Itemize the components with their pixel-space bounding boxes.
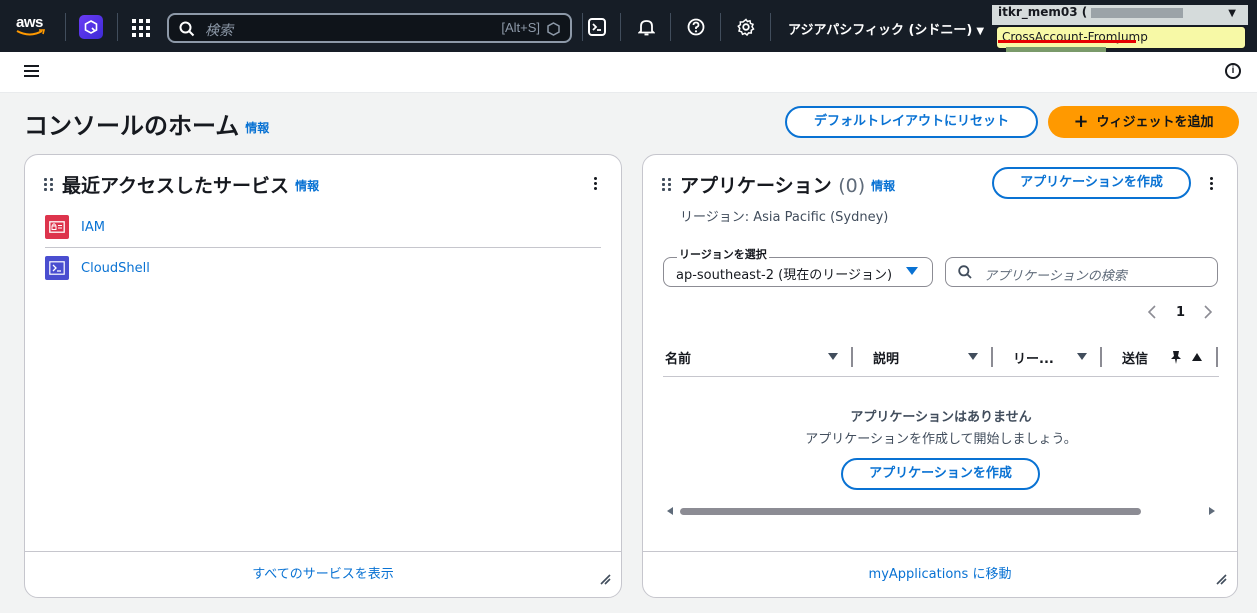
chevron-right-icon[interactable] — [1204, 305, 1212, 319]
aws-smile-icon — [16, 29, 46, 36]
recent-services-title: 最近アクセスしたサービス 情報 — [62, 171, 319, 198]
recent-services-widget: 最近アクセスしたサービス 情報 IAM CloudShell すべてのサービスを表… — [24, 154, 622, 598]
help-icon[interactable] — [687, 18, 705, 36]
add-widget-button[interactable]: + ウィジェットを追加 — [1048, 106, 1239, 138]
global-search-input[interactable]: 検索 [Alt+S] — [167, 13, 572, 43]
column-header-name[interactable]: 名前 — [665, 348, 691, 367]
bell-icon[interactable] — [638, 18, 655, 36]
caret-down-icon — [906, 267, 918, 275]
sort-ascending-icon[interactable] — [1192, 353, 1202, 361]
resize-handle-icon[interactable] — [600, 574, 611, 585]
empty-state-title: アプリケーションはありません — [850, 410, 1032, 425]
amazon-q-hex-icon — [547, 22, 560, 36]
search-icon — [958, 265, 972, 279]
table-header-row: 名前 説明 リー... 送信 — [663, 341, 1219, 377]
service-label: CloudShell — [81, 260, 150, 276]
resize-handle-icon[interactable] — [1216, 574, 1227, 585]
region-select-label: リージョンを選択 — [677, 246, 769, 262]
column-resizer[interactable] — [851, 347, 853, 367]
nav-separator — [620, 13, 621, 41]
go-to-myapplications-link[interactable]: myApplications に移動 — [643, 551, 1237, 597]
nav-separator — [720, 13, 721, 41]
create-application-button[interactable]: アプリケーションを作成 — [992, 167, 1191, 199]
column-header-region[interactable]: リー... — [1013, 348, 1054, 367]
divider — [45, 247, 601, 248]
iam-icon — [45, 215, 69, 239]
cloudshell-icon[interactable] — [588, 18, 606, 36]
sort-icon[interactable] — [1077, 353, 1087, 360]
caret-down-icon: ▼ — [976, 26, 985, 37]
account-role-row: CrossAccount-FromJump — [996, 26, 1246, 57]
chevron-left-icon[interactable] — [1148, 305, 1156, 319]
region-label: アジアパシフィック (シドニー) — [788, 23, 973, 38]
nav-separator — [117, 13, 118, 41]
service-label: IAM — [81, 219, 105, 235]
view-all-services-link[interactable]: すべてのサービスを表示 — [25, 551, 621, 597]
service-item-iam[interactable]: IAM — [45, 215, 105, 239]
plus-icon: + — [1073, 111, 1089, 132]
secondary-toolbar: i — [0, 52, 1257, 93]
applications-widget: アプリケーション (0) 情報 アプリケーションを作成 リージョン: Asia P… — [642, 154, 1238, 598]
nav-separator — [65, 13, 66, 41]
applications-info-link[interactable]: 情報 — [871, 179, 895, 193]
menu-icon[interactable] — [24, 65, 39, 78]
red-annotation-underline — [998, 40, 1136, 43]
account-menu[interactable]: itkr_mem03 ( ▼ CrossAccount-FromJump — [992, 4, 1248, 57]
column-header-sent[interactable]: 送信 — [1122, 348, 1152, 367]
column-header-description[interactable]: 説明 — [873, 348, 899, 367]
empty-state-description: アプリケーションを作成して開始しましょう。 — [805, 432, 1077, 447]
top-navigation: aws 検索 [Alt+S] アジアパシフィック (シドニー) ▼ itkr_me… — [0, 0, 1257, 57]
empty-create-application-button[interactable]: アプリケーションを作成 — [841, 458, 1040, 490]
page-title: コンソールのホーム 情報 — [24, 106, 269, 141]
nav-separator — [670, 13, 671, 41]
page-info-link[interactable]: 情報 — [245, 121, 269, 135]
account-user-row: itkr_mem03 ( ▼ — [992, 5, 1248, 25]
search-shortcut: [Alt+S] — [501, 20, 540, 35]
application-search-input[interactable]: アプリケーションの検索 — [945, 257, 1218, 287]
region-select-value: ap-southeast-2 (現在のリージョン) — [676, 268, 893, 283]
region-description: リージョン: Asia Pacific (Sydney) — [680, 210, 889, 225]
service-item-cloudshell[interactable]: CloudShell — [45, 256, 150, 280]
search-icon — [179, 21, 195, 37]
page-number[interactable]: 1 — [1176, 305, 1185, 320]
pin-icon[interactable] — [1169, 350, 1183, 365]
redacted-account-id — [1091, 7, 1184, 18]
drag-handle-icon[interactable] — [662, 178, 671, 191]
applications-count: (0) — [838, 175, 866, 197]
scroll-thumb[interactable] — [680, 508, 1141, 515]
more-options-icon[interactable] — [1210, 177, 1214, 192]
region-selector[interactable]: アジアパシフィック (シドニー) ▼ — [788, 19, 984, 38]
nav-separator — [582, 13, 583, 41]
amazon-q-icon[interactable] — [79, 15, 103, 39]
applications-title: アプリケーション (0) 情報 — [680, 171, 895, 198]
page-title-text: コンソールのホーム — [24, 112, 240, 140]
search-placeholder: 検索 — [205, 23, 233, 39]
column-resizer[interactable] — [1216, 347, 1218, 367]
sort-icon[interactable] — [968, 353, 978, 360]
recent-services-title-text: 最近アクセスしたサービス — [62, 175, 290, 197]
cloudshell-service-icon — [45, 256, 69, 280]
add-widget-label: ウィジェットを追加 — [1096, 115, 1214, 130]
scroll-left-icon[interactable] — [667, 507, 673, 515]
reset-layout-button[interactable]: デフォルトレイアウトにリセット — [785, 106, 1038, 138]
account-user: itkr_mem03 ( — [998, 5, 1088, 19]
drag-handle-icon[interactable] — [44, 178, 53, 191]
applications-title-text: アプリケーション — [680, 175, 832, 197]
scroll-right-icon[interactable] — [1209, 507, 1215, 515]
horizontal-scrollbar[interactable] — [663, 505, 1219, 517]
nav-separator — [770, 13, 771, 41]
info-icon[interactable]: i — [1225, 63, 1241, 79]
column-resizer[interactable] — [1100, 347, 1102, 367]
aws-logo[interactable]: aws — [14, 14, 50, 38]
application-search-placeholder: アプリケーションの検索 — [984, 269, 1127, 284]
gear-icon[interactable] — [737, 18, 755, 36]
caret-down-icon: ▼ — [1228, 8, 1236, 19]
column-resizer[interactable] — [991, 347, 993, 367]
services-grid-icon[interactable] — [132, 19, 150, 37]
sort-icon[interactable] — [828, 353, 838, 360]
recent-services-info-link[interactable]: 情報 — [295, 179, 319, 193]
more-options-icon[interactable] — [594, 177, 598, 192]
